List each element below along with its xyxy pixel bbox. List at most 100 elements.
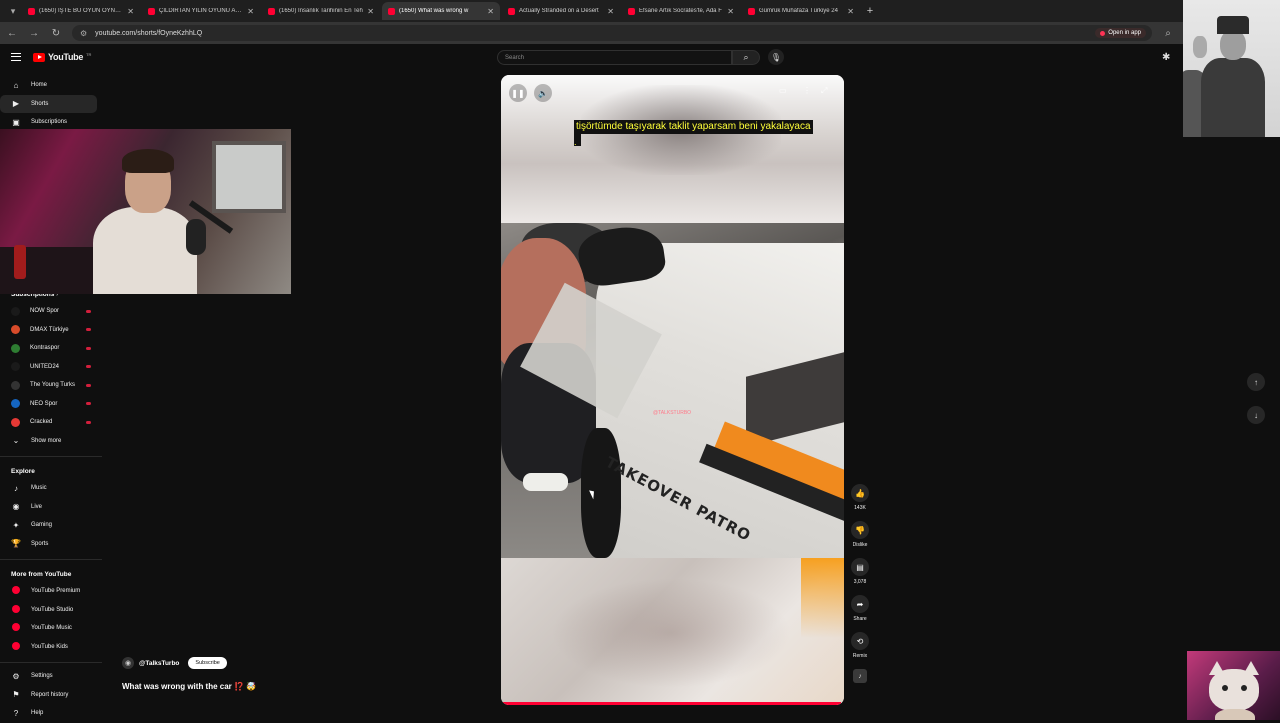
tab-title: Gümrük Muhafaza Türkiye 24 xyxy=(759,8,838,14)
address-bar[interactable]: ⚙ youtube.com/shorts/fOyneKzhhLQ Open in… xyxy=(72,25,1152,41)
subscribe-button[interactable]: Subscribe xyxy=(188,657,227,669)
search-input[interactable]: Search xyxy=(497,50,732,65)
share-button[interactable]: ➦ xyxy=(851,595,869,613)
browser-tab[interactable]: ÇILDIRTAN YILIN OYUNU ADAM ✕ xyxy=(142,2,260,20)
show-more-button[interactable]: ⌄ Show more xyxy=(0,432,102,451)
comments-button[interactable]: ▤ xyxy=(851,558,869,576)
remix-action: ⟲ Remix xyxy=(848,632,872,659)
music-icon: ♪ xyxy=(14,483,18,493)
sound-avatar[interactable]: ♪ xyxy=(853,669,867,683)
gaming-icon: ✦ xyxy=(12,520,20,530)
sidebar-item-the-young-turks[interactable]: The Young Turks xyxy=(0,376,102,395)
volume-button[interactable]: 🔈 xyxy=(534,84,552,102)
webcam-bottle xyxy=(14,245,26,279)
settings-list: ⚙ Settings ⚑ Report history? Help xyxy=(0,667,102,723)
browser-tab[interactable]: (1650) What was wrong w ✕ xyxy=(382,2,500,20)
youtube-product-icon xyxy=(11,623,21,633)
remix-button[interactable]: ⟲ xyxy=(851,632,869,650)
sidebar-item-home[interactable]: ⌂ Home xyxy=(0,76,102,95)
shorts-video-player[interactable]: TAKEOVER PATRO @TALKSTURBO ❚❚ 🔈 ▭ ⋮ ⤢ ti… xyxy=(501,75,844,705)
new-tab-icon[interactable]: + xyxy=(862,5,878,17)
sidebar-item-settings[interactable]: ⚙ Settings xyxy=(0,667,102,686)
comment-icon: ▤ xyxy=(856,562,864,572)
close-tab-icon[interactable]: ✕ xyxy=(127,7,134,16)
tab-list: (1650) İŞTE BU OYUN OYNANIR ✕ ÇILDIRTAN YI… xyxy=(22,2,860,20)
browser-tab[interactable]: Actually Stranded on a Desert ✕ xyxy=(502,2,620,20)
site-info-icon[interactable]: ⚙ xyxy=(80,29,87,38)
dislike-button[interactable]: 👎 xyxy=(851,521,869,539)
notification-icon[interactable]: ✱ xyxy=(1162,52,1170,63)
sidebar-item-sports[interactable]: 🏆 Sports xyxy=(0,535,102,554)
video-shoe xyxy=(523,473,568,491)
pause-button[interactable]: ❚❚ xyxy=(509,84,527,102)
sidebar-item-now-spor[interactable]: NOW Spor xyxy=(0,302,102,321)
search-button[interactable]: ⌕ xyxy=(732,50,760,65)
webcam-person-body xyxy=(93,207,197,294)
sidebar-item-youtube-music[interactable]: YouTube Music xyxy=(0,619,102,638)
youtube-favicon-icon xyxy=(748,7,755,15)
open-in-app-button[interactable]: Open in app xyxy=(1095,28,1146,38)
close-tab-icon[interactable]: ✕ xyxy=(487,7,494,16)
forward-icon[interactable]: → xyxy=(28,28,40,39)
captions-icon[interactable]: ▭ xyxy=(779,86,787,95)
remix-icon: ⟲ xyxy=(856,636,864,646)
video-progress-bar[interactable] xyxy=(501,702,844,705)
sidebar-item-label: Subscriptions xyxy=(31,119,68,126)
video-car-wheel xyxy=(581,428,621,558)
sidebar-item-cracked[interactable]: Cracked xyxy=(0,413,102,432)
voice-search-button[interactable]: 🎙 xyxy=(768,49,784,65)
sidebar-item-youtube-premium[interactable]: YouTube Premium xyxy=(0,582,102,601)
browser-tab[interactable]: Gümrük Muhafaza Türkiye 24 ✕ xyxy=(742,2,860,20)
tab-title: Actually Stranded on a Desert xyxy=(519,8,599,14)
sidebar-item-label: Music xyxy=(31,485,47,492)
tab-search-chevron-icon[interactable]: ▾ xyxy=(6,6,20,17)
sidebar-item-label: Gaming xyxy=(31,522,53,529)
close-tab-icon[interactable]: ✕ xyxy=(607,7,614,16)
close-tab-icon[interactable]: ✕ xyxy=(847,7,854,16)
zoom-icon[interactable]: ⌕ xyxy=(1162,28,1174,39)
more-from-youtube-list: YouTube Premium YouTube Studio YouTube Mus… xyxy=(0,582,102,656)
channel-name[interactable]: @TalksTurbo xyxy=(139,660,179,667)
youtube-logo[interactable]: YouTube TR xyxy=(33,52,91,62)
sidebar-item-label: Live xyxy=(31,503,43,510)
sidebar-item-music[interactable]: ♪ Music xyxy=(0,479,102,498)
sidebar-item-kontraspor[interactable]: Kontraspor xyxy=(0,339,102,358)
show-more-label: Show more xyxy=(31,437,62,444)
browser-tab[interactable]: (1650) İnsanlık Tarihinin En Teh ✕ xyxy=(262,2,380,20)
live-indicator-icon xyxy=(86,402,91,406)
browser-tab[interactable]: Efsane Artık Socrates'te, Ada F ✕ xyxy=(622,2,740,20)
more-options-icon[interactable]: ⋮ xyxy=(803,86,811,95)
thumbs-down-icon: 👎 xyxy=(855,525,865,535)
browser-tab[interactable]: (1650) İŞTE BU OYUN OYNANIR ✕ xyxy=(22,2,140,20)
close-tab-icon[interactable]: ✕ xyxy=(367,7,374,16)
youtube-favicon-icon xyxy=(268,7,275,15)
channel-avatar xyxy=(11,343,20,353)
browser-toolbar: ← → ↻ ⚙ youtube.com/shorts/fOyneKzhhLQ O… xyxy=(0,22,1280,44)
youtube-favicon-icon xyxy=(388,7,395,15)
previous-short-button[interactable]: ↑ xyxy=(1247,373,1265,391)
share-label: Share xyxy=(853,616,867,622)
sidebar-item-youtube-kids[interactable]: YouTube Kids xyxy=(0,638,102,657)
close-tab-icon[interactable]: ✕ xyxy=(727,7,734,16)
channel-avatar[interactable]: ◉ xyxy=(122,657,134,669)
sidebar-item-live[interactable]: ◉ Live xyxy=(0,498,102,517)
sidebar-item-dmax-t-rkiye[interactable]: DMAX Türkiye xyxy=(0,321,102,340)
share-icon: ➦ xyxy=(856,599,864,609)
subtitle-caption-continuation: . xyxy=(574,134,581,147)
sidebar-item-shorts[interactable]: ▶ Shorts xyxy=(0,94,97,113)
sidebar-item-united24[interactable]: UNITED24 xyxy=(0,358,102,377)
sidebar-item-gaming[interactable]: ✦ Gaming xyxy=(0,516,102,535)
shorts-icon: ▶ xyxy=(12,99,20,109)
webcam-microphone xyxy=(186,219,206,255)
like-button[interactable]: 👍 xyxy=(851,484,869,502)
sidebar-item-neo-spor[interactable]: NEO Spor xyxy=(0,395,102,414)
close-tab-icon[interactable]: ✕ xyxy=(247,7,254,16)
menu-icon[interactable] xyxy=(11,53,21,61)
sidebar-item-label: Home xyxy=(31,82,48,89)
next-short-button[interactable]: ↓ xyxy=(1247,406,1265,424)
fullscreen-icon[interactable]: ⤢ xyxy=(821,86,827,96)
sidebar-item-report-history[interactable]: ⚑ Report history xyxy=(0,686,102,705)
back-icon[interactable]: ← xyxy=(6,28,18,39)
reload-icon[interactable]: ↻ xyxy=(50,28,62,39)
sidebar-item-youtube-studio[interactable]: YouTube Studio xyxy=(0,601,102,620)
